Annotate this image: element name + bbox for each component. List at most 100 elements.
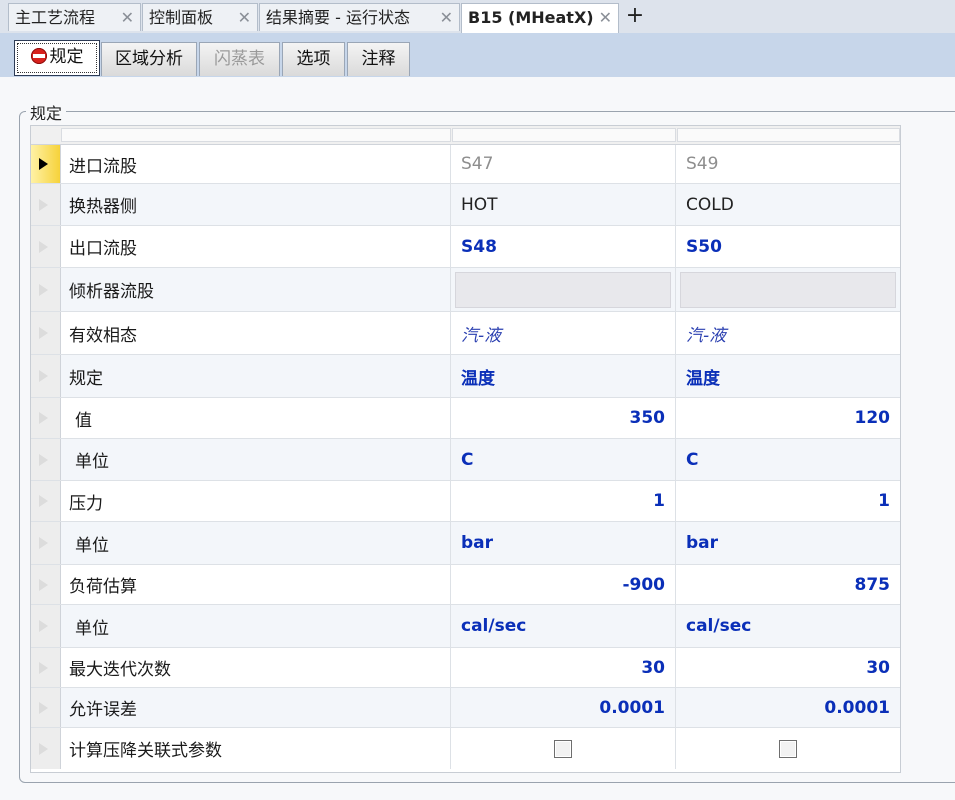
table-row: 换热器侧 HOT COLD (31, 184, 900, 226)
row-selector[interactable] (31, 268, 61, 311)
pressure-drop-correlation-cold-checkbox[interactable] (779, 739, 797, 758)
close-icon[interactable]: ✕ (599, 4, 612, 32)
close-icon[interactable]: ✕ (440, 4, 453, 32)
valid-phases-hot[interactable]: 汽-液 (451, 312, 676, 354)
row-arrow-icon (39, 742, 48, 755)
row-arrow-icon (39, 495, 48, 507)
row-arrow-icon (39, 283, 48, 296)
row-label: 倾析器流股 (61, 268, 451, 311)
row-selector[interactable] (31, 312, 61, 354)
exchanger-side-cold[interactable]: COLD (676, 184, 900, 225)
row-arrow-icon (39, 240, 48, 253)
doc-tab-control-panel[interactable]: 控制面板 ✕ (142, 3, 258, 31)
row-label: 负荷估算 (61, 565, 451, 604)
duty-estimate-hot[interactable]: -900 (451, 565, 676, 604)
row-selector[interactable] (31, 605, 61, 647)
table-row: 有效相态 汽-液 汽-液 (31, 312, 900, 355)
decant-stream-cold-input[interactable] (680, 271, 896, 308)
table-row: 值 350 120 (31, 398, 900, 439)
exchanger-side-hot[interactable]: HOT (451, 184, 676, 225)
close-icon[interactable]: ✕ (121, 4, 134, 32)
tab-zone-analysis[interactable]: 区域分析 (101, 42, 197, 76)
row-arrow-icon (39, 661, 48, 674)
row-arrow-icon (39, 537, 48, 549)
row-selector[interactable] (31, 439, 61, 480)
row-selector[interactable] (31, 184, 61, 225)
row-label: 进口流股 (61, 145, 451, 183)
row-label: 出口流股 (61, 226, 451, 267)
spec-type-cold[interactable]: 温度 (676, 355, 900, 397)
decant-stream-hot-input[interactable] (455, 271, 671, 308)
row-label: 压力 (61, 481, 451, 521)
tab-label: 闪蒸表 (214, 49, 265, 69)
row-arrow-icon (39, 198, 48, 211)
duty-unit-hot[interactable]: cal/sec (451, 605, 676, 647)
doc-tab-label: 结果摘要 - 运行状态 (266, 8, 410, 27)
pressure-drop-correlation-hot-checkbox[interactable] (554, 739, 572, 758)
table-row: 规定 温度 温度 (31, 355, 900, 398)
decant-stream-hot-cell (451, 268, 676, 311)
pressure-unit-hot[interactable]: bar (451, 522, 676, 564)
outlet-stream-cold[interactable]: S50 (676, 226, 900, 267)
table-row: 允许误差 0.0001 0.0001 (31, 688, 900, 728)
row-selector[interactable] (31, 145, 61, 183)
doc-tab-label: 主工艺流程 (15, 8, 96, 27)
row-label: 规定 (61, 355, 451, 397)
pressure-cold[interactable]: 1 (676, 481, 900, 521)
tab-comments[interactable]: 注释 (347, 42, 410, 76)
tolerance-cold[interactable]: 0.0001 (676, 688, 900, 727)
tab-specifications[interactable]: 规定 (14, 40, 100, 76)
table-row: 单位 bar bar (31, 522, 900, 565)
row-arrow-icon (39, 453, 48, 466)
doc-tab-main-flowsheet[interactable]: 主工艺流程 ✕ (8, 3, 141, 31)
table-row: 单位 cal/sec cal/sec (31, 605, 900, 648)
spec-value-hot[interactable]: 350 (451, 398, 676, 438)
doc-tab-label: 控制面板 (149, 8, 214, 27)
tab-options[interactable]: 选项 (282, 42, 345, 76)
spec-unit-hot[interactable]: C (451, 439, 676, 480)
row-selector[interactable] (31, 648, 61, 687)
outlet-stream-hot[interactable]: S48 (451, 226, 676, 267)
row-arrow-icon (39, 701, 48, 714)
row-label: 计算压降关联式参数 (61, 728, 451, 769)
tolerance-hot[interactable]: 0.0001 (451, 688, 676, 727)
row-selector[interactable] (31, 481, 61, 521)
doc-tab-results-summary[interactable]: 结果摘要 - 运行状态 ✕ (259, 3, 460, 31)
max-iterations-hot[interactable]: 30 (451, 648, 676, 687)
add-tab-icon[interactable]: + (622, 4, 648, 30)
spec-value-cold[interactable]: 120 (676, 398, 900, 438)
row-selector[interactable] (31, 398, 61, 438)
row-selector[interactable] (31, 688, 61, 727)
column-header-label (61, 128, 451, 142)
current-row-arrow-icon (39, 158, 48, 170)
valid-phases-cold[interactable]: 汽-液 (676, 312, 900, 354)
table-row: 进口流股 S47 S49 (31, 145, 900, 184)
inlet-stream-cold[interactable]: S49 (676, 145, 900, 183)
error-status-icon (30, 48, 47, 64)
row-selector[interactable] (31, 226, 61, 267)
inlet-stream-hot[interactable]: S47 (451, 145, 676, 183)
tab-label: 注释 (361, 49, 396, 69)
row-label: 最大迭代次数 (61, 648, 451, 687)
spec-type-hot[interactable]: 温度 (451, 355, 676, 397)
document-tab-bar: 主工艺流程 ✕ 控制面板 ✕ 结果摘要 - 运行状态 ✕ B15 (MHeatX… (0, 0, 955, 34)
row-label: 单位 (61, 439, 451, 480)
duty-unit-cold[interactable]: cal/sec (676, 605, 900, 647)
table-row: 负荷估算 -900 875 (31, 565, 900, 605)
max-iterations-cold[interactable]: 30 (676, 648, 900, 687)
row-selector[interactable] (31, 728, 61, 769)
row-selector[interactable] (31, 355, 61, 397)
row-selector[interactable] (31, 522, 61, 564)
spec-unit-cold[interactable]: C (676, 439, 900, 480)
row-label: 有效相态 (61, 312, 451, 354)
close-icon[interactable]: ✕ (238, 4, 251, 32)
table-row: 出口流股 S48 S50 (31, 226, 900, 268)
pressure-unit-cold[interactable]: bar (676, 522, 900, 564)
doc-tab-b15-mheatx[interactable]: B15 (MHeatX) ✕ (461, 3, 619, 33)
row-label: 单位 (61, 605, 451, 647)
pressure-hot[interactable]: 1 (451, 481, 676, 521)
row-arrow-icon (39, 412, 48, 424)
pressure-drop-correlation-cold-cell (676, 728, 900, 769)
row-selector[interactable] (31, 565, 61, 604)
duty-estimate-cold[interactable]: 875 (676, 565, 900, 604)
